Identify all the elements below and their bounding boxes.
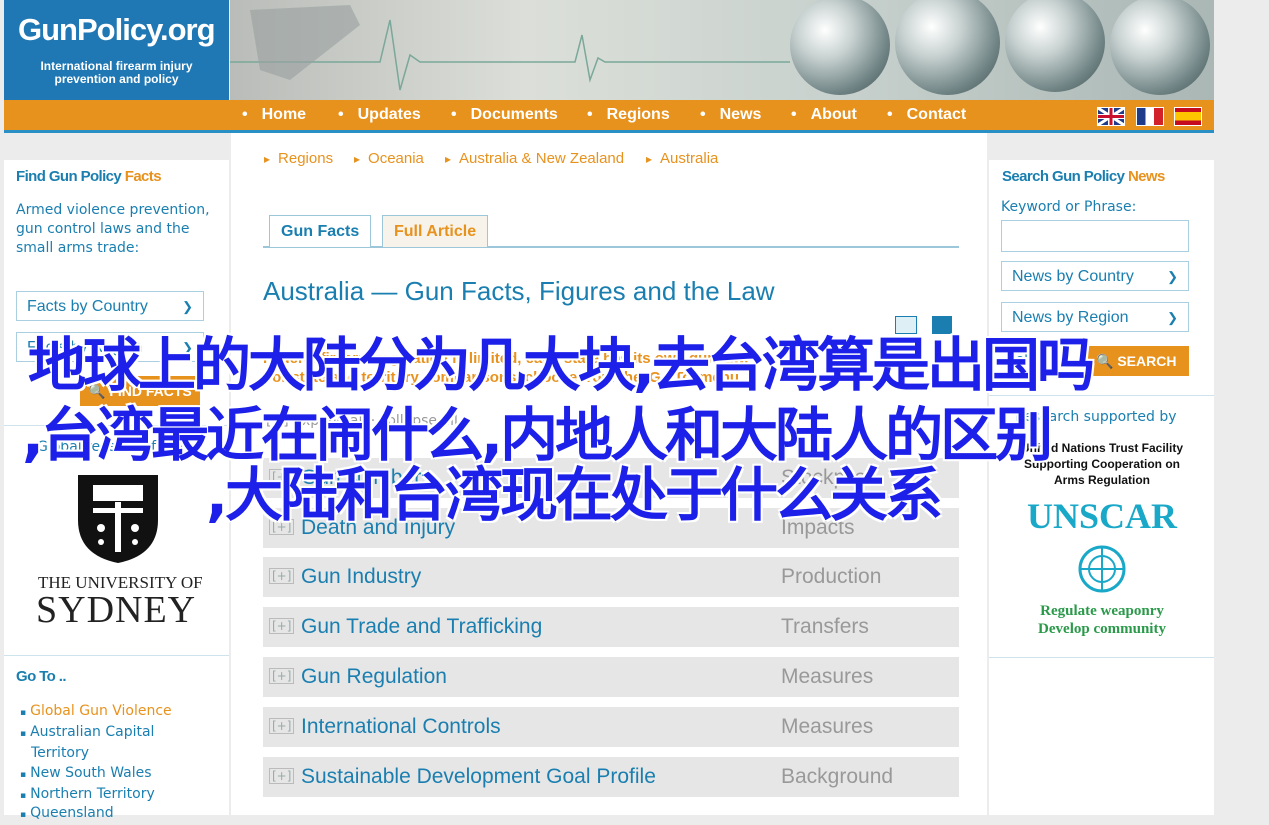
goto-global-gun-violence[interactable]: Global Gun Violence	[20, 702, 172, 723]
logo-tagline: International firearm injury prevention …	[4, 60, 229, 86]
expand-icon: [+]	[269, 768, 295, 784]
search-icon: 🔍	[1096, 353, 1114, 369]
goto-item-label: New South Wales	[30, 765, 152, 781]
slogan-line2: Develop community	[1038, 621, 1166, 637]
nav-about[interactable]: About	[791, 106, 857, 124]
breadcrumb-australia-nz[interactable]: Australia & New Zealand	[445, 150, 624, 167]
section-category: Background	[781, 765, 894, 788]
breadcrumb-australia[interactable]: Australia	[646, 150, 718, 167]
search-head-main: Search Gun Policy	[1002, 168, 1125, 185]
goto-item-label: Australian Capital Territory	[30, 724, 155, 761]
un-emblem-icon	[1078, 545, 1126, 593]
tagline-line2: prevention and policy	[54, 72, 179, 86]
logo-title: GunPolicy.org	[18, 12, 216, 47]
breadcrumb-oceania[interactable]: Oceania	[354, 150, 424, 167]
section-title: Sustainable Development Goal Profile	[301, 765, 656, 788]
tab-gun-facts[interactable]: Gun Facts	[269, 215, 372, 247]
un-line3: Arms Regulation	[1053, 473, 1150, 487]
nav-news[interactable]: News	[700, 106, 762, 124]
university-of-sydney-logo[interactable]: THE UNIVERSITY OF SYDNEY	[30, 470, 205, 640]
site-logo[interactable]: GunPolicy.org International firearm inju…	[4, 0, 229, 100]
section-category: Transfers	[781, 615, 869, 638]
expand-icon: [+]	[269, 568, 295, 584]
goto-item-label: Northern Territory	[30, 786, 155, 802]
tab-full-article[interactable]: Full Article	[382, 215, 489, 247]
goto-northern-territory[interactable]: Northern Territory	[20, 785, 155, 806]
slogan-line1: Regulate weaponry	[1040, 603, 1164, 619]
section-title: Gun Industry	[301, 565, 422, 588]
nav-updates[interactable]: Updates	[338, 106, 421, 124]
divider	[989, 657, 1214, 658]
chevron-down-icon: ❯	[1167, 269, 1178, 284]
page-title: Australia — Gun Facts, Figures and the L…	[263, 276, 775, 306]
goto-australian-capital-territory[interactable]: Australian Capital Territory	[20, 723, 211, 763]
search-button[interactable]: 🔍 SEARCH	[1088, 346, 1189, 376]
find-facts-description: Armed violence prevention, gun control l…	[16, 202, 210, 256]
section-title: Gun Regulation	[301, 665, 447, 688]
section-row-sdg-profile[interactable]: [+] Sustainable Development Goal Profile B…	[263, 757, 959, 797]
news-by-country-select[interactable]: News by Country ❯	[1001, 261, 1189, 291]
expand-icon: [+]	[269, 618, 295, 634]
section-row-international-controls[interactable]: [+] International Controls Measures	[263, 707, 959, 747]
news-country-label: News by Country	[1012, 268, 1134, 285]
breadcrumb-regions[interactable]: Regions	[264, 150, 333, 167]
chevron-down-icon: ❯	[1167, 310, 1178, 325]
find-head-accent: Facts	[124, 168, 162, 185]
nav-home[interactable]: Home	[242, 106, 306, 124]
find-facts-heading: Find Gun Policy Facts	[16, 168, 162, 185]
nav-contact[interactable]: Contact	[887, 106, 967, 124]
section-category: Production	[781, 565, 882, 588]
university-line2: SYDNEY	[36, 589, 197, 631]
section-category: Measures	[781, 715, 874, 738]
university-crest-icon	[78, 475, 158, 563]
goto-item-label: Queensland	[30, 805, 114, 821]
goto-item-label: Global Gun Violence	[30, 703, 172, 719]
section-row-gun-trade[interactable]: [+] Gun Trade and Trafficking Transfers	[263, 607, 959, 647]
english-flag-icon[interactable]	[1097, 107, 1125, 126]
find-head-main: Find Gun Policy	[16, 168, 122, 185]
header-banner-image	[230, 0, 1214, 100]
section-row-gun-industry[interactable]: [+] Gun Industry Production	[263, 557, 959, 597]
section-category: Measures	[781, 665, 874, 688]
keyword-label: Keyword or Phrase:	[1001, 199, 1137, 215]
nav-documents[interactable]: Documents	[451, 106, 558, 124]
spanish-flag-icon[interactable]	[1174, 107, 1202, 126]
facts-by-country-select[interactable]: Facts by Country ❯	[16, 291, 204, 321]
section-title: Gun Trade and Trafficking	[301, 615, 543, 638]
expand-icon: [+]	[269, 718, 295, 734]
goto-heading: Go To ..	[16, 668, 67, 685]
section-title: International Controls	[301, 715, 501, 738]
main-navigation: Home Updates Documents Regions News Abou…	[4, 100, 1214, 133]
unscar-wordmark: UNSCAR	[1026, 496, 1177, 536]
french-flag-icon[interactable]	[1136, 107, 1164, 126]
goto-new-south-wales[interactable]: New South Wales	[20, 764, 152, 785]
keyword-input[interactable]	[1001, 220, 1189, 252]
overlay-text-line3: ,大陆和台湾现在处于什么关系	[206, 461, 943, 529]
section-row-gun-regulation[interactable]: [+] Gun Regulation Measures	[263, 657, 959, 697]
expand-icon: [+]	[269, 668, 295, 684]
divider	[4, 655, 229, 656]
search-news-heading: Search Gun Policy News	[1002, 168, 1165, 185]
facts-country-label: Facts by Country	[27, 298, 148, 315]
nav-regions[interactable]: Regions	[587, 106, 670, 124]
search-button-label: SEARCH	[1117, 353, 1177, 369]
search-head-accent: News	[1127, 168, 1165, 185]
